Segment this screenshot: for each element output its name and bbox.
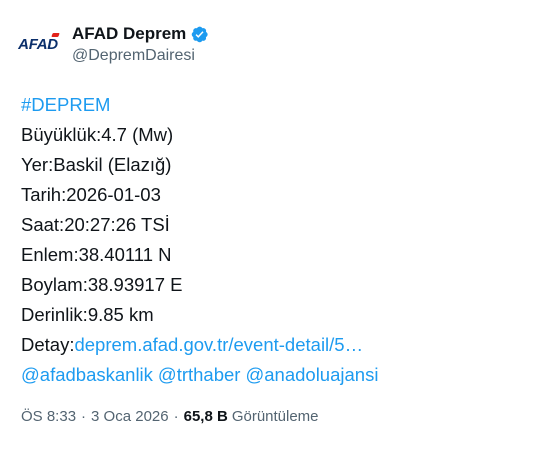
tweet-meta: ÖS 8:33 · 3 Oca 2026 · 65,8 B Görüntülem… [21,408,319,425]
mention-trthaber[interactable]: @trthaber [158,364,241,385]
afad-logo: AFAD [18,32,60,53]
depth-line: Derinlik:9.85 km [21,304,154,325]
mention-anadoluajansi[interactable]: @anadoluajansi [245,364,378,385]
detail-link[interactable]: deprem.afad.gov.tr/event-detail/5… [74,334,363,355]
date-line: Tarih:2026-01-03 [21,184,161,205]
afad-logo-accent [51,32,60,37]
tweet-text: #DEPREM Büyüklük:4.7 (Mw) Yer:Baskil (El… [21,90,378,390]
display-name-row: AFAD Deprem [72,23,209,45]
detail-line: Detay:deprem.afad.gov.tr/event-detail/5… [21,330,378,360]
meta-separator: · [81,408,87,425]
author-names: AFAD Deprem @DepremDairesi [72,23,209,65]
longitude-line: Boylam:38.93917 E [21,274,183,295]
views-label[interactable]: Görüntüleme [232,408,319,425]
display-name[interactable]: AFAD Deprem [72,24,186,44]
afad-logo-text: AFAD [18,35,58,53]
latitude-line: Enlem:38.40111 N [21,244,172,265]
tweet-header: AFAD AFAD Deprem @DepremDairesi [12,18,209,70]
mentions-line: @afadbaskanlik @trthaber @anadoluajansi [21,360,378,390]
detail-label: Detay: [21,334,75,355]
hashtag-link[interactable]: #DEPREM [21,94,110,115]
verified-badge-icon[interactable] [190,25,209,44]
tweet-card: AFAD AFAD Deprem @DepremDairesi #DEPREM … [0,0,557,450]
meta-separator: · [173,408,179,425]
user-handle[interactable]: @DepremDairesi [72,47,209,65]
tweet-date[interactable]: 3 Oca 2026 [91,408,169,425]
tweet-time[interactable]: ÖS 8:33 [21,408,76,425]
views-count[interactable]: 65,8 B [184,408,228,425]
location-line: Yer:Baskil (Elazığ) [21,154,172,175]
avatar[interactable]: AFAD [12,18,64,70]
time-line: Saat:20:27:26 TSİ [21,214,170,235]
mention-afadbaskanlik[interactable]: @afadbaskanlik [21,364,153,385]
magnitude-line: Büyüklük:4.7 (Mw) [21,124,174,145]
